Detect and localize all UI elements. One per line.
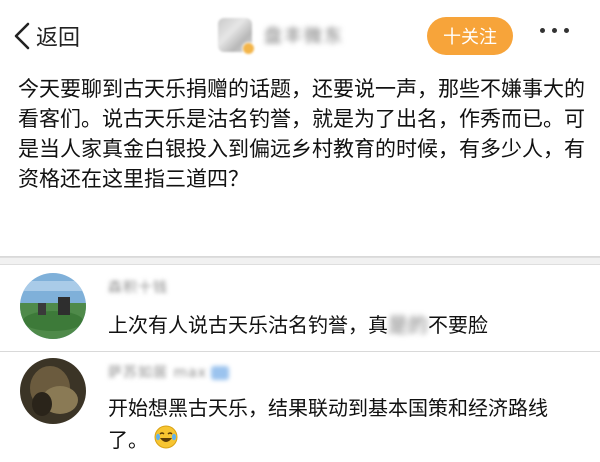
- more-options-icon[interactable]: [540, 28, 569, 33]
- comment-username[interactable]: 萨苏如居 max: [108, 362, 229, 382]
- author-name[interactable]: 盘丰微东: [264, 22, 344, 48]
- post-detail-screen: 返回 盘丰微东 十关注 今天要聊到古天乐捐赠的话题，还要说一声，那些不嫌事大的看…: [0, 0, 600, 462]
- chevron-left-icon: [14, 22, 30, 50]
- author-avatar[interactable]: [218, 18, 255, 55]
- laughing-tears-emoji-icon: [154, 425, 178, 458]
- comment-username[interactable]: 森积十钱: [108, 277, 168, 297]
- section-divider: [0, 257, 600, 265]
- comment-text: 上次有人说古天乐沽名钓誉，真是的不要脸: [108, 309, 578, 341]
- post-body-text: 今天要聊到古天乐捐赠的话题，还要说一声，那些不嫌事大的看客们。说古天乐是沽名钓誉…: [18, 77, 585, 191]
- blurred-text: 是的: [388, 313, 428, 337]
- avatar[interactable]: [20, 358, 86, 424]
- back-button[interactable]: 返回: [14, 14, 80, 58]
- comment-text: 开始想黑古天乐，结果联动到基本国策和经济路线了。: [108, 392, 578, 458]
- follow-button[interactable]: 十关注: [427, 17, 513, 55]
- back-label: 返回: [36, 26, 81, 51]
- top-navigation-bar: 返回 盘丰微东 十关注: [0, 0, 600, 72]
- comment-item: 森积十钱 上次有人说古天乐沽名钓誉，真是的不要脸: [0, 265, 600, 351]
- verified-badge-icon: [242, 42, 255, 55]
- author-info[interactable]: 盘丰微东: [218, 18, 344, 55]
- avatar[interactable]: [20, 273, 86, 339]
- comment-item: 萨苏如居 max 开始想黑古天乐，结果联动到基本国策和经济路线了。: [0, 352, 600, 462]
